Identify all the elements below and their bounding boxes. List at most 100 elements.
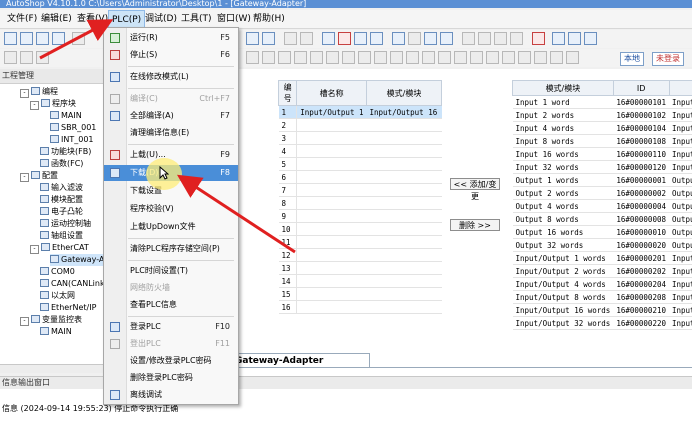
catalog-row[interactable]: Input/Output 1 words16#00000201Input/Ou [512, 251, 692, 265]
ladder-compare-icon[interactable] [406, 51, 419, 64]
slot-row[interactable]: 5 [278, 157, 442, 171]
window-icon[interactable] [584, 32, 597, 45]
run-icon[interactable] [322, 32, 335, 45]
ladder-insert-icon[interactable] [518, 51, 531, 64]
menu-item-clean-compile[interactable]: 清理编译信息(E) [104, 125, 238, 141]
ladder-bracket-icon[interactable] [486, 51, 499, 64]
menu-item-online-edit[interactable]: 在线修改模式(L) [104, 69, 238, 85]
ladder-pulse-icon[interactable] [310, 51, 323, 64]
lock-icon[interactable] [408, 32, 421, 45]
collapse-icon[interactable]: - [20, 317, 29, 326]
slot-row[interactable]: 12 [278, 248, 442, 262]
ladder-reset-icon[interactable] [358, 51, 371, 64]
tree-node-program-blocks[interactable]: - 程序块 [30, 98, 76, 110]
tree-node-watch-main[interactable]: MAIN [40, 326, 72, 338]
slot-row[interactable]: 3 [278, 131, 442, 145]
menu-item-program-verify[interactable]: 程序校验(V) [104, 201, 238, 217]
catalog-row[interactable]: Output 32 words16#00000020Output 32 [512, 238, 692, 252]
menu-item-set-password[interactable]: 设置/修改登录PLC密码 [104, 353, 238, 369]
slot-row[interactable]: 14 [278, 274, 442, 288]
catalog-row[interactable]: Input/Output 8 words16#00000208Input/Ou [512, 290, 692, 304]
slot-row[interactable]: 4 [278, 144, 442, 158]
collapse-icon[interactable]: - [20, 89, 29, 98]
tree-node-axis-group[interactable]: 轴组设置 [40, 230, 83, 242]
tree-horizontal-scrollbar[interactable] [0, 364, 106, 373]
slot-row[interactable]: 15 [278, 287, 442, 301]
tree-node-motion-axis[interactable]: 运动控制轴 [40, 218, 91, 230]
cut-icon[interactable] [72, 32, 85, 45]
ladder-down-icon[interactable] [470, 51, 483, 64]
ladder-set-icon[interactable] [342, 51, 355, 64]
local-mode-label[interactable]: 本地 [620, 52, 644, 66]
tree-node-ethercat[interactable]: - EtherCAT [30, 242, 89, 254]
menu-item-firewall[interactable]: 网络防火墙 [104, 280, 238, 296]
ladder-branch-icon[interactable] [36, 51, 49, 64]
open-folder-icon[interactable] [20, 32, 33, 45]
tree-node-module-config[interactable]: 模块配置 [40, 194, 83, 206]
tree-node-watch-table[interactable]: - 变量监控表 [20, 314, 82, 326]
tree-node-programming[interactable]: - 编程 [20, 86, 58, 98]
compile-icon[interactable] [246, 32, 259, 45]
col-number[interactable]: 编号 [277, 80, 298, 106]
ladder-timer-icon[interactable] [374, 51, 387, 64]
slot-row[interactable]: 13 [278, 261, 442, 275]
menu-tools[interactable]: 工具(T) [178, 10, 215, 28]
ladder-arrow-down-icon[interactable] [550, 51, 563, 64]
menu-item-upload-updown[interactable]: 上载UpDown文件 [104, 219, 238, 235]
slot-row[interactable]: 16 [278, 300, 442, 314]
ladder-separator-icon[interactable] [566, 51, 579, 64]
catalog-row[interactable]: Input 4 words16#00000104Input 4 [512, 121, 692, 135]
ladder-math-icon[interactable] [422, 51, 435, 64]
menu-item-clear-memory[interactable]: 清除PLC程序存储空间(P) [104, 241, 238, 257]
tree-node-main[interactable]: MAIN [50, 110, 82, 122]
upload-icon[interactable] [354, 32, 367, 45]
ladder-coil-icon[interactable] [20, 51, 33, 64]
menu-debug[interactable]: 调试(D) [142, 10, 180, 28]
catalog-row[interactable]: Input 32 words16#00000120Input 32 [512, 160, 692, 174]
menu-view[interactable]: 查看(V) [74, 10, 111, 28]
align-icon[interactable] [494, 32, 507, 45]
menu-item-stop[interactable]: 停止(S) F6 [104, 47, 238, 63]
col-catalog-id[interactable]: ID [612, 80, 670, 96]
stop-icon[interactable] [338, 32, 351, 45]
ladder-fn-icon[interactable] [326, 51, 339, 64]
tree-node-config[interactable]: - 配置 [20, 170, 58, 182]
catalog-row[interactable]: Input 8 words16#00000108Input 8 [512, 134, 692, 148]
ladder-arrow-up-icon[interactable] [534, 51, 547, 64]
menu-item-logout[interactable]: 登出PLC F11 [104, 336, 238, 352]
col-catalog-extra[interactable] [668, 80, 692, 96]
menu-item-compile-all[interactable]: 全部编译(A) F7 [104, 108, 238, 124]
catalog-row[interactable]: Input/Output 4 words16#00000204Input/Ou [512, 277, 692, 291]
col-catalog-mode[interactable]: 模式/模块 [512, 80, 614, 96]
download-icon[interactable] [370, 32, 383, 45]
edit-icon[interactable] [424, 32, 437, 45]
menu-window[interactable]: 窗口(W) [214, 10, 254, 28]
slot-row[interactable]: 1 Input/Output 1 Input/Output 16 [278, 105, 442, 119]
slot-row[interactable]: 6 [278, 170, 442, 184]
menu-plc[interactable]: PLC(P) [108, 10, 146, 28]
ladder-contact-icon[interactable] [4, 51, 17, 64]
col-slot-name[interactable]: 槽名称 [296, 80, 367, 106]
slot-row[interactable]: 9 [278, 209, 442, 223]
tree-node-ethernet[interactable]: 以太网 [40, 290, 75, 302]
alarm-icon[interactable] [532, 32, 545, 45]
tree-node-fb[interactable]: 功能块(FB) [40, 146, 91, 158]
catalog-row[interactable]: Input 2 words16#00000102Input 2 [512, 108, 692, 122]
grid-icon[interactable] [462, 32, 475, 45]
check-icon[interactable] [440, 32, 453, 45]
catalog-row[interactable]: Input 1 word16#00000101Input 1 [512, 95, 692, 109]
menu-item-run[interactable]: 运行(R) F5 [104, 30, 238, 46]
align-right-icon[interactable] [510, 32, 523, 45]
catalog-row[interactable]: Input/Output 16 words16#00000210Input/Ou [512, 303, 692, 317]
menu-item-offline-debug[interactable]: 离线调试 [104, 387, 238, 403]
menu-item-delete-password[interactable]: 删除登录PLC密码 [104, 370, 238, 386]
catalog-row[interactable]: Output 8 words16#00000008Output 8 [512, 212, 692, 226]
slot-row[interactable]: 7 [278, 183, 442, 197]
ladder-line-icon[interactable] [278, 51, 291, 64]
collapse-icon[interactable]: - [20, 173, 29, 182]
new-file-icon[interactable] [4, 32, 17, 45]
menu-item-time-settings[interactable]: PLC时间设置(T) [104, 263, 238, 279]
document-icon[interactable] [284, 32, 297, 45]
catalog-row[interactable]: Output 16 words16#00000010Output 16 [512, 225, 692, 239]
catalog-row[interactable]: Input/Output 2 words16#00000202Input/Ou [512, 264, 692, 278]
